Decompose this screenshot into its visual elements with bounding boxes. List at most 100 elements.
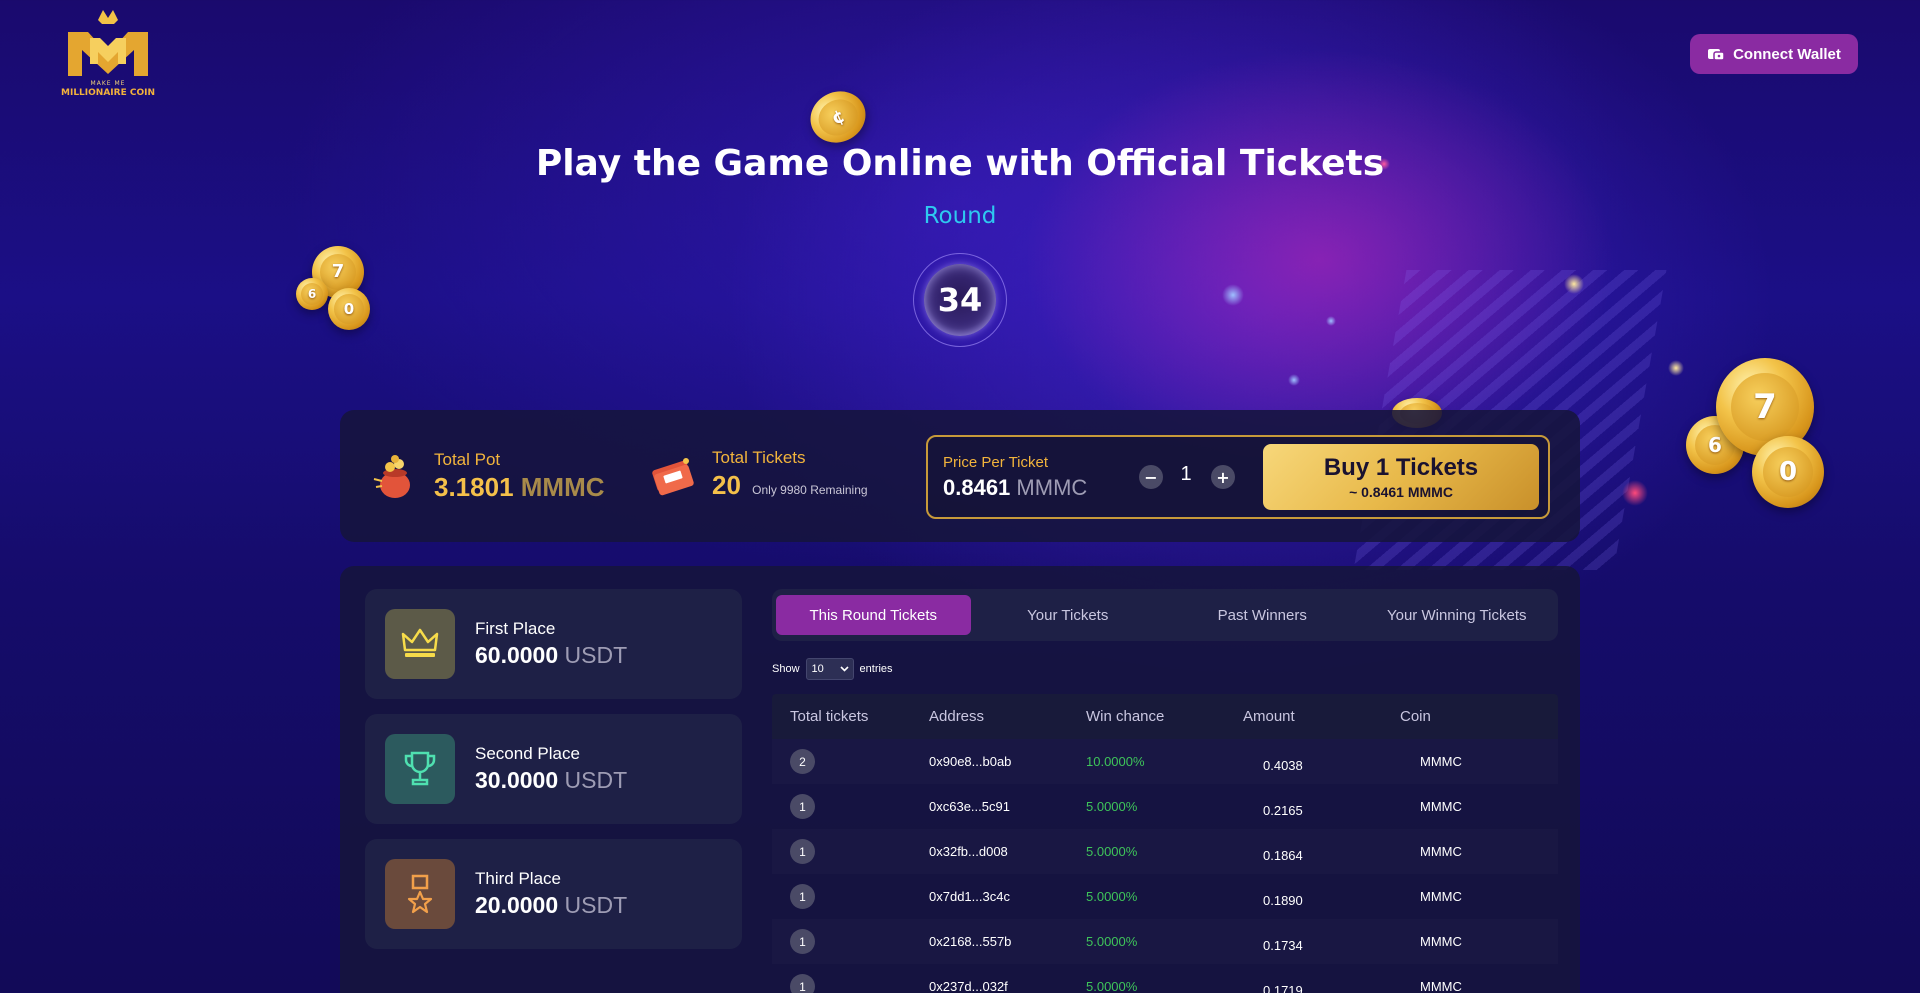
prize-label: Third Place [475,869,561,888]
address-cell: 0x237d...032f [929,979,1008,993]
buy-tickets-button[interactable]: Buy 1 Tickets ~ 0.8461 MMMC [1263,444,1539,510]
amount-cell: 0.1864 [1263,848,1303,863]
price-per-ticket-label: Price Per Ticket [943,454,1049,471]
coin-decoration: ¢ [802,82,874,152]
ticket-count-badge: 1 [790,974,815,993]
prize-label: First Place [475,619,556,638]
entries-label: entries [859,663,893,675]
increase-quantity-button[interactable]: + [1211,465,1235,489]
prize-amount: 30.0000 [475,767,559,793]
sparkle [1222,284,1244,306]
price-per-ticket-value: 0.8461 MMMC [943,475,1087,501]
address-cell: 0x90e8...b0ab [929,754,1012,769]
column-header-total-tickets[interactable]: Total tickets [772,708,929,725]
address-cell: 0x2168...557b [929,934,1012,949]
ticket-count-badge: 1 [790,929,815,954]
address-cell: 0x32fb...d008 [929,844,1008,859]
prize-value: 60.0000 USDT [475,642,627,669]
decrease-quantity-button[interactable]: − [1139,465,1163,489]
ticket-count-badge: 1 [790,794,815,819]
table-row: 2 0x90e8...b0ab 10.0000% 0.4038 MMMC [772,739,1558,784]
prize-card-second: Second Place 30.0000 USDT [365,714,742,824]
tab-this-round-tickets[interactable]: This Round Tickets [776,595,971,635]
address-cell: 0xc63e...5c91 [929,799,1010,814]
buy-tickets-box: Price Per Ticket 0.8461 MMMC − 1 + Buy 1… [926,435,1550,519]
table-row: 1 0x237d...032f 5.0000% 0.1719 MMMC [772,964,1558,993]
coin-cell: MMMC [1420,754,1462,769]
win-chance-cell: 10.0000% [1086,754,1145,769]
sparkle [1564,274,1584,294]
total-pot-unit: MMMC [520,472,605,502]
prize-value: 20.0000 USDT [475,892,627,919]
tickets-panel: First Place 60.0000 USDT Second Place 30… [340,566,1580,993]
table-row: 1 0x7dd1...3c4c 5.0000% 0.1890 MMMC [772,874,1558,919]
buy-button-subtotal: ~ 0.8461 MMMC [1349,484,1453,500]
quantity-value[interactable]: 1 [1171,463,1201,486]
total-tickets-value: 20 Only 9980 Remaining [712,470,868,501]
total-tickets-count: 20 [712,470,741,500]
prize-card-first: First Place 60.0000 USDT [365,589,742,699]
medal-icon [385,859,455,929]
table-row: 1 0xc63e...5c91 5.0000% 0.2165 MMMC [772,784,1558,829]
connect-wallet-button[interactable]: Connect Wallet [1690,34,1858,74]
tab-past-winners[interactable]: Past Winners [1165,595,1360,635]
connect-wallet-label: Connect Wallet [1733,45,1841,63]
coin-cell: MMMC [1420,934,1462,949]
trophy-icon [385,734,455,804]
round-badge: 34 [913,253,1007,347]
column-header-amount[interactable]: Amount [1243,708,1400,725]
tab-your-winning-tickets[interactable]: Your Winning Tickets [1360,595,1555,635]
total-pot-stat: Total Pot 3.1801 MMMC [368,450,605,503]
column-header-address[interactable]: Address [929,708,1086,725]
prize-unit: USDT [564,767,628,793]
prize-unit: USDT [564,642,628,668]
wallet-icon [1708,49,1725,61]
crown-icon [385,609,455,679]
amount-cell: 0.1734 [1263,938,1303,953]
column-header-coin[interactable]: Coin [1400,708,1558,725]
coin-cell: MMMC [1420,799,1462,814]
ticket-icon [646,449,698,501]
amount-cell: 0.1890 [1263,893,1303,908]
column-header-win-chance[interactable]: Win chance [1086,708,1243,725]
buy-button-label: Buy 1 Tickets [1323,454,1479,481]
coin-decoration: 6 [296,278,328,310]
table-row: 1 0x2168...557b 5.0000% 0.1734 MMMC [772,919,1558,964]
coin-cell: MMMC [1420,844,1462,859]
total-pot-label: Total Pot [434,450,501,469]
coin-decoration: 0 [328,288,370,330]
logo-name: MILLIONAIRE COIN [61,88,155,98]
prize-unit: USDT [564,892,628,918]
show-label: Show [772,663,800,675]
remaining-tickets-note: Only 9980 Remaining [752,483,868,497]
total-tickets-label: Total Tickets [712,448,806,467]
sparkle [1288,374,1300,386]
entries-select-value: 10 [811,663,824,675]
round-number: 34 [924,264,996,336]
amount-cell: 0.4038 [1263,758,1303,773]
round-label: Round [923,203,997,229]
ticket-tabs: This Round Tickets Your Tickets Past Win… [772,589,1558,641]
pot-icon [368,451,420,503]
coin-decoration: 0 [1752,436,1824,508]
ticket-count-badge: 2 [790,749,815,774]
win-chance-cell: 5.0000% [1086,799,1138,814]
prize-amount: 60.0000 [475,642,559,668]
table-header: Total tickets Address Win chance Amount … [772,694,1558,739]
coin-cell: MMMC [1420,889,1462,904]
logo-tagline: MAKE ME [90,80,126,87]
prize-card-third: Third Place 20.0000 USDT [365,839,742,949]
logo[interactable]: MAKE ME MILLIONAIRE COIN [58,8,158,100]
total-tickets-stat: Total Tickets 20 Only 9980 Remaining [646,448,868,501]
total-pot-value: 3.1801 MMMC [434,472,605,503]
amount-cell: 0.1719 [1263,983,1303,993]
sparkle [1622,480,1648,506]
tab-your-tickets[interactable]: Your Tickets [971,595,1166,635]
prize-amount: 20.0000 [475,892,559,918]
win-chance-cell: 5.0000% [1086,979,1138,993]
coin-cell: MMMC [1420,979,1462,993]
sparkle [1668,360,1684,376]
win-chance-cell: 5.0000% [1086,844,1138,859]
price-unit: MMMC [1016,475,1088,500]
entries-select[interactable]: 10 [805,658,854,680]
